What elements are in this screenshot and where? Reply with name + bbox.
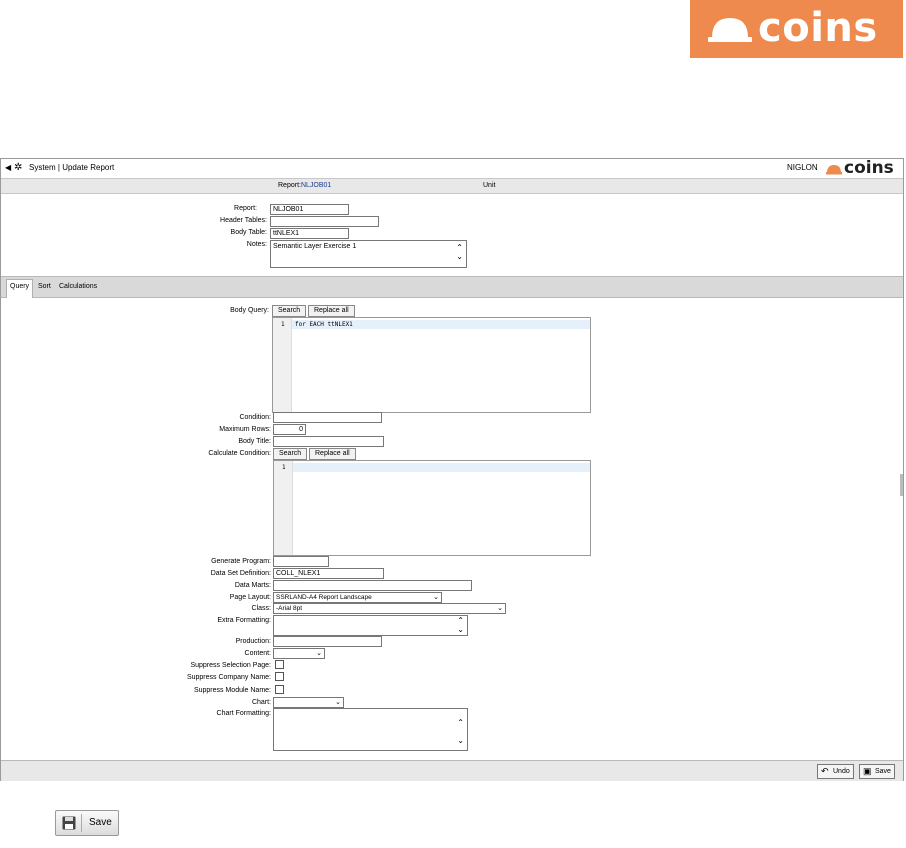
body-query-label: Body Query:: [230, 307, 269, 314]
report-label: Report:: [234, 205, 257, 212]
production-label: Production:: [235, 638, 271, 645]
body-table-field[interactable]: ttNLEX1: [270, 228, 349, 239]
suppress-module-checkbox[interactable]: [275, 685, 284, 694]
coins-logo: coins: [690, 0, 903, 58]
suppress-module-label: Suppress Module Name:: [193, 687, 271, 694]
header-tables-label: Header Tables:: [220, 217, 267, 224]
undo-label: Undo: [833, 768, 850, 775]
save-button-enlarged[interactable]: Save: [55, 810, 119, 836]
code-line: for EACH ttNLEX1: [295, 321, 353, 328]
data-set-def-field[interactable]: COLL_NLEX1: [273, 568, 384, 579]
calc-search-button[interactable]: Search: [273, 448, 308, 460]
back-arrow-icon[interactable]: ◀: [5, 163, 11, 172]
chart-select[interactable]: ⌄: [273, 697, 344, 708]
tab-calculations[interactable]: Calculations: [56, 280, 100, 293]
condition-field[interactable]: [273, 412, 382, 423]
save-label: Save: [875, 768, 891, 775]
page-layout-select[interactable]: SSRLAND-A4 Report Landscape ⌄: [273, 592, 442, 603]
undo-icon: ↶: [821, 766, 829, 776]
class-select[interactable]: -Arial 8pt ⌄: [273, 603, 506, 614]
suppress-company-checkbox[interactable]: [275, 672, 284, 681]
button-divider: [81, 814, 82, 832]
body-query-editor[interactable]: 1 for EACH ttNLEX1: [272, 317, 591, 413]
content-label: Content:: [244, 650, 271, 657]
header-tables-field[interactable]: [270, 216, 379, 227]
logo-text: coins: [758, 5, 878, 51]
chevron-down-icon: ⌄: [316, 650, 322, 657]
max-rows-field[interactable]: 0: [273, 424, 306, 435]
tab-query[interactable]: Query: [6, 279, 34, 298]
user-name: NIGLON: [787, 163, 818, 172]
class-label: Class:: [251, 605, 271, 612]
extra-formatting-textarea[interactable]: ⌃ ⌄: [273, 615, 468, 636]
generate-program-label: Generate Program:: [211, 558, 271, 565]
chevron-down-icon: ⌄: [433, 594, 439, 601]
tab-bar: Query Sort Calculations: [1, 276, 903, 298]
body-title-field[interactable]: [273, 436, 384, 447]
suppress-selection-checkbox[interactable]: [275, 660, 284, 669]
max-rows-label: Maximum Rows:: [219, 426, 271, 433]
line-gutter: [273, 318, 292, 412]
undo-button[interactable]: ↶ Undo: [817, 764, 854, 779]
info-bar: Report:NLJOB01 Unit: [1, 179, 903, 194]
chevron-down-icon: ⌄: [497, 605, 503, 612]
coins-small-logo: coins: [826, 158, 902, 178]
report-indicator: Report:NLJOB01: [278, 182, 331, 189]
data-marts-field[interactable]: [273, 580, 472, 591]
search-button[interactable]: Search: [272, 305, 307, 317]
calc-condition-label: Calculate Condition:: [208, 450, 271, 457]
report-field[interactable]: NLJOB01: [270, 204, 349, 215]
report-indicator-label: Report:: [278, 182, 301, 189]
chart-formatting-textarea[interactable]: ⌃ ⌄: [273, 708, 468, 751]
settings-icon: ✲: [14, 162, 23, 173]
data-marts-label: Data Marts:: [234, 582, 271, 589]
condition-label: Condition:: [239, 414, 271, 421]
body-table-label: Body Table:: [230, 229, 267, 236]
scroll-arrows-icon[interactable]: ⌃ ⌄: [456, 243, 463, 261]
report-indicator-value[interactable]: NLJOB01: [301, 182, 331, 189]
body-title-label: Body Title:: [238, 438, 271, 445]
save-button[interactable]: ▣ Save: [859, 764, 895, 779]
replace-all-button[interactable]: Replace all: [308, 305, 355, 317]
suppress-company-label: Suppress Company Name:: [186, 674, 271, 681]
chevron-down-icon: ⌄: [335, 699, 341, 706]
page-layout-value: SSRLAND-A4 Report Landscape: [276, 594, 372, 601]
line-number: 1: [282, 464, 286, 471]
scroll-arrows-icon[interactable]: ⌃ ⌄: [457, 718, 464, 745]
line-gutter: [274, 461, 293, 555]
generate-program-field[interactable]: [273, 556, 329, 567]
app-window: ◀ ✲ System | Update Report NIGLON coins …: [0, 158, 904, 781]
data-set-def-label: Data Set Definition:: [210, 570, 271, 577]
page-layout-label: Page Layout:: [229, 594, 271, 601]
class-value: -Arial 8pt: [276, 605, 303, 612]
scroll-arrows-icon[interactable]: ⌃ ⌄: [457, 616, 464, 634]
extra-formatting-label: Extra Formatting:: [217, 617, 271, 624]
tab-sort[interactable]: Sort: [35, 280, 54, 293]
notes-textarea[interactable]: Semantic Layer Exercise 1 ⌃ ⌄: [270, 240, 467, 268]
suppress-selection-label: Suppress Selection Page:: [190, 662, 271, 669]
unit-label: Unit: [483, 182, 496, 189]
page-title: System | Update Report: [29, 163, 115, 172]
chart-formatting-label: Chart Formatting:: [216, 710, 271, 717]
hard-hat-icon: [826, 165, 842, 175]
save-label: Save: [89, 817, 112, 828]
notes-text: Semantic Layer Exercise 1: [273, 243, 357, 250]
hard-hat-icon: [708, 18, 752, 42]
footer-bar: ↶ Undo ▣ Save: [1, 760, 903, 781]
chart-label: Chart:: [251, 699, 271, 706]
page-scrollbar-thumb[interactable]: [900, 474, 903, 496]
floppy-disk-icon: [62, 816, 76, 830]
floppy-disk-icon: ▣: [863, 766, 872, 776]
calc-condition-editor[interactable]: 1: [273, 460, 591, 556]
small-logo-text: coins: [844, 158, 894, 178]
production-field[interactable]: [273, 636, 382, 647]
active-line: [293, 463, 590, 472]
notes-label: Notes:: [246, 241, 267, 248]
content-select[interactable]: ⌄: [273, 648, 325, 659]
calc-replace-all-button[interactable]: Replace all: [309, 448, 356, 460]
title-bar: ◀ ✲ System | Update Report NIGLON coins: [1, 158, 903, 179]
line-number: 1: [281, 321, 285, 328]
